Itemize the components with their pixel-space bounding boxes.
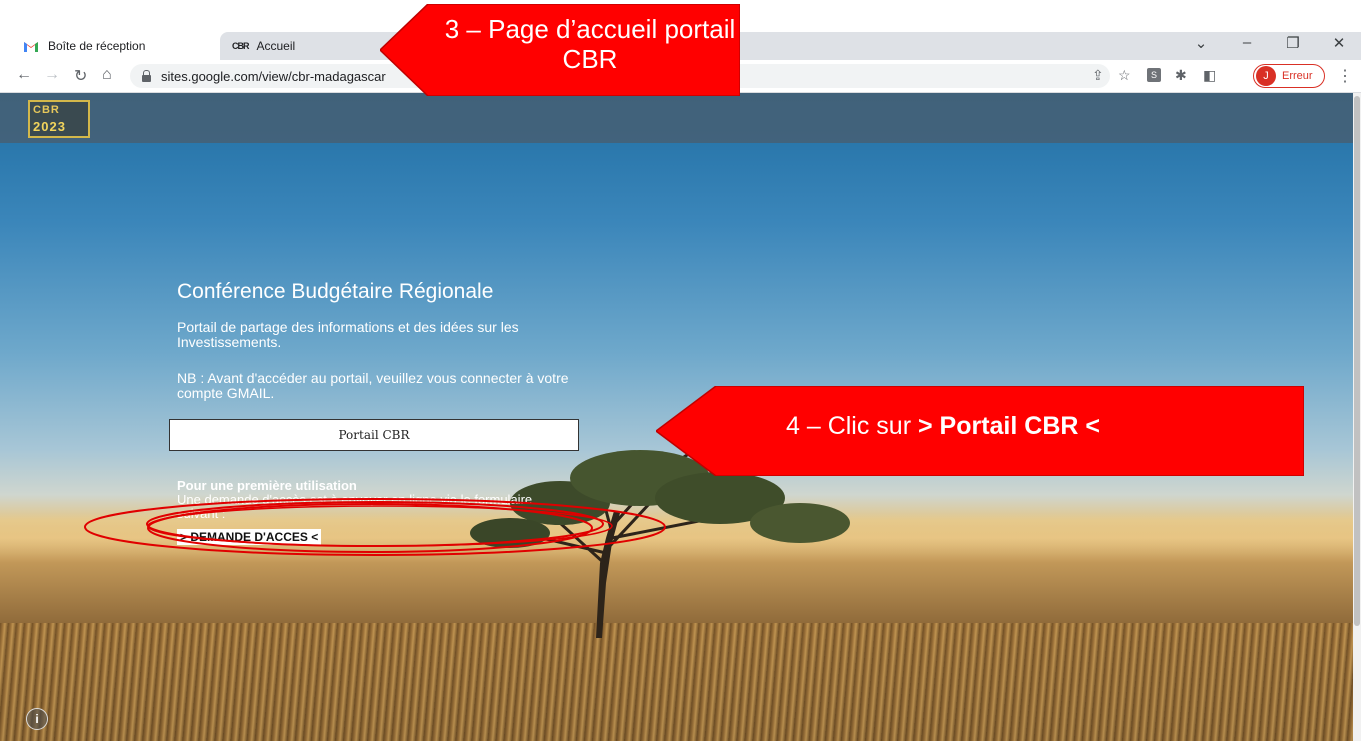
step4-bold: > Portail CBR < [917,412,1100,440]
profile-status: Erreur [1282,70,1313,82]
step3-label: 3 – Page d’accueil portail CBR [444,14,736,74]
extension-s-icon[interactable]: S [1147,68,1161,82]
logo-top-text: CBR [33,104,60,116]
page-title: Conférence Budgétaire Régionale [177,280,494,303]
step3-callout: 3 – Page d’accueil portail CBR [378,3,741,97]
step4-label: 4 – Clic sur > Portail CBR < [786,412,1100,441]
share-icon[interactable]: ⇪ [1092,67,1104,84]
back-icon[interactable]: ← [16,66,32,84]
page-scrollbar-thumb[interactable] [1354,96,1360,626]
url-text: sites.google.com/view/cbr-madagascar [161,68,386,84]
forward-icon[interactable]: → [44,66,60,84]
tab-accueil-label: Accueil [256,39,296,53]
portail-cbr-button[interactable]: Portail CBR [169,419,579,451]
tab-search-icon[interactable]: ⌄ [1193,34,1209,52]
bookmark-star-icon[interactable]: ☆ [1118,67,1131,84]
restore-icon[interactable]: ❐ [1285,34,1301,52]
side-panel-icon[interactable]: ◧ [1203,67,1216,84]
tab-inbox[interactable]: Boîte de réception ✕ [22,32,247,60]
site-header: CBR 2023 [0,93,1353,143]
highlight-ellipses [84,498,666,556]
cbr-favicon-icon: CBR [232,41,249,51]
page-description: Portail de partage des informations et d… [177,319,519,350]
gmail-login-note: NB : Avant d'accéder au portail, veuille… [177,370,569,401]
step4-callout: 4 – Clic sur > Portail CBR < [654,385,1305,477]
home-icon[interactable]: ⌂ [102,66,112,84]
avatar: J [1256,66,1276,86]
window-controls: ⌄ – ❐ ✕ [1193,34,1347,52]
extensions-puzzle-icon[interactable]: ✱ [1175,67,1187,84]
close-window-icon[interactable]: ✕ [1331,34,1347,52]
gmail-icon [22,39,40,53]
menu-kebab-icon[interactable]: ⋮ [1337,66,1353,86]
profile-button[interactable]: J Erreur [1253,64,1325,88]
logo-bottom-text: 2023 [33,119,66,134]
cbr-2023-logo[interactable]: CBR 2023 [28,100,90,138]
minimize-icon[interactable]: – [1239,34,1255,52]
step4-prefix: 4 – Clic sur [786,412,918,440]
lock-icon[interactable] [142,69,151,82]
info-icon[interactable]: i [26,708,48,730]
reload-icon[interactable]: ↻ [74,66,87,86]
tab-inbox-label: Boîte de réception [48,39,146,53]
